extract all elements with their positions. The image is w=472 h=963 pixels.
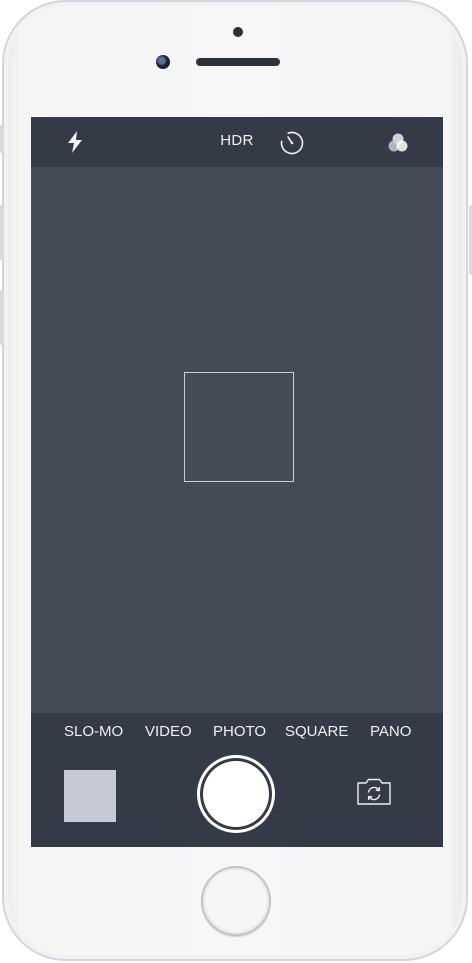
home-button[interactable]: [201, 866, 271, 936]
focus-square: [184, 372, 294, 482]
mode-square[interactable]: SQUARE: [285, 723, 348, 740]
hdr-toggle[interactable]: HDR: [31, 132, 443, 149]
mode-photo[interactable]: PHOTO: [213, 723, 266, 740]
camera-top-bar: HDR: [31, 117, 443, 167]
camera-bottom-bar: SLO-MO VIDEO PHOTO SQUARE PANO: [31, 713, 443, 847]
photo-thumbnail[interactable]: [64, 770, 116, 822]
shutter-button[interactable]: [203, 761, 269, 827]
mute-switch: [0, 125, 3, 153]
proximity-sensor: [233, 27, 243, 37]
volume-down-button: [0, 290, 3, 345]
front-camera: [156, 55, 170, 69]
earpiece-speaker: [196, 58, 280, 66]
volume-up-button: [0, 205, 3, 260]
mode-pano[interactable]: PANO: [370, 723, 411, 740]
camera-screen: HDR SLO-MO VIDEO PHOTO SQUARE PANO: [31, 117, 443, 847]
camera-switch-icon[interactable]: [355, 777, 393, 807]
mode-video[interactable]: VIDEO: [145, 723, 192, 740]
mode-selector: SLO-MO VIDEO PHOTO SQUARE PANO: [31, 723, 443, 747]
timer-icon[interactable]: [279, 130, 305, 156]
mode-slo-mo[interactable]: SLO-MO: [64, 723, 123, 740]
filters-icon[interactable]: [386, 131, 410, 155]
